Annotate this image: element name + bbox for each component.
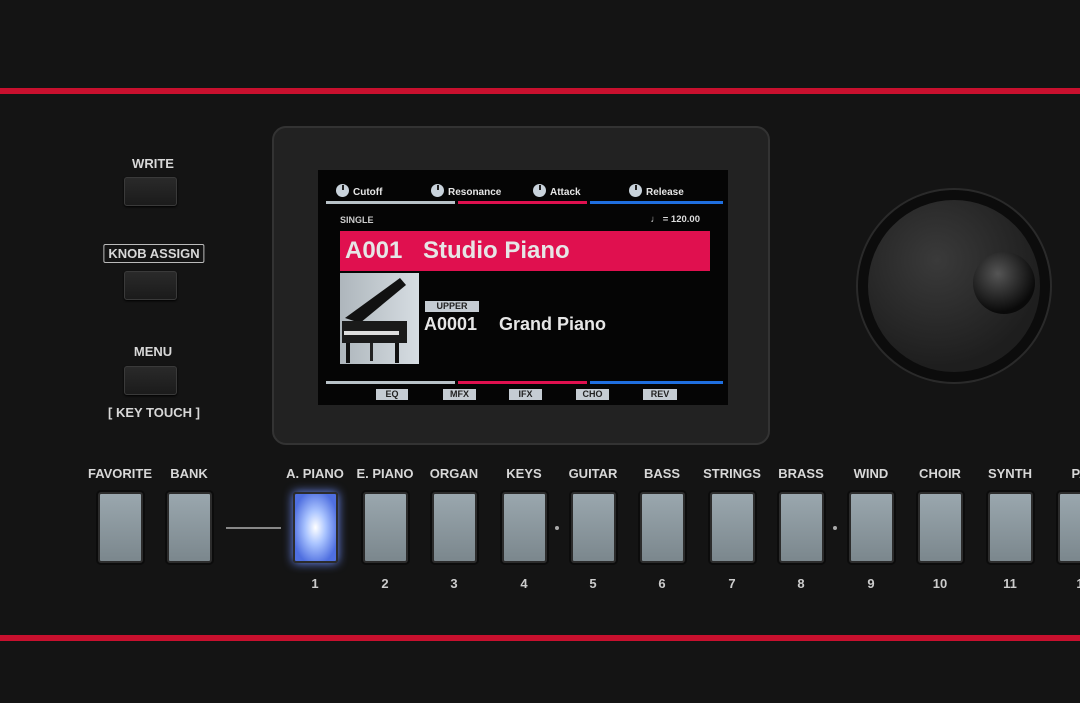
knob-icon bbox=[629, 184, 642, 197]
pad-label: STRINGS bbox=[703, 466, 761, 481]
grand-piano-icon bbox=[342, 278, 407, 363]
pad-label: CHOIR bbox=[919, 466, 961, 481]
pad-button-e-piano[interactable] bbox=[363, 492, 408, 563]
pad-label: ORGAN bbox=[429, 466, 479, 481]
pad-button-brass[interactable] bbox=[779, 492, 824, 563]
knob-assign-label: KNOB ASSIGN bbox=[103, 244, 205, 263]
pad-label: BRASS bbox=[778, 466, 824, 481]
divider-red bbox=[458, 381, 587, 384]
tab-rev[interactable]: REV bbox=[643, 389, 677, 400]
pad-button-bank[interactable] bbox=[167, 492, 212, 563]
piano-image bbox=[340, 273, 419, 364]
pad-button-choir[interactable] bbox=[918, 492, 963, 563]
program-bar: A001 Studio Piano bbox=[340, 231, 710, 271]
pad-number: 11 bbox=[1003, 576, 1017, 591]
mode-label: SINGLE bbox=[340, 215, 374, 225]
top-red-trim bbox=[0, 88, 1080, 94]
knob-release: Release bbox=[629, 184, 684, 198]
pad-label: FAVORITE bbox=[87, 466, 153, 481]
knob-label: Resonance bbox=[448, 187, 502, 198]
pad-label: E. PIANO bbox=[356, 466, 414, 481]
pad-number: 9 bbox=[867, 576, 875, 591]
divider-gray bbox=[326, 201, 455, 204]
pad-label: SYNTH bbox=[987, 466, 1033, 481]
divider-gray bbox=[326, 381, 455, 384]
menu-label: MENU bbox=[133, 344, 173, 359]
knob-icon bbox=[336, 184, 349, 197]
divider-blue bbox=[590, 381, 723, 384]
knob-icon bbox=[533, 184, 546, 197]
knob-resonance: Resonance bbox=[431, 184, 501, 198]
knob-label: Cutoff bbox=[353, 187, 383, 198]
pad-label: A. PIANO bbox=[286, 466, 344, 481]
dial-finger-grip bbox=[973, 252, 1035, 314]
divider-blue bbox=[590, 201, 723, 204]
pad-number: 2 bbox=[381, 576, 389, 591]
program-name: Studio Piano bbox=[423, 237, 570, 264]
pad-number: 5 bbox=[589, 576, 597, 591]
display-screen: Cutoff Resonance Attack Release SINGLE ♩… bbox=[318, 170, 728, 405]
pad-label: BASS bbox=[643, 466, 681, 481]
program-number: A001 bbox=[345, 237, 403, 264]
knob-label: Release bbox=[646, 187, 684, 198]
pad-label: WIND bbox=[853, 466, 889, 481]
pad-label: GUITAR bbox=[568, 466, 618, 481]
write-label: WRITE bbox=[132, 156, 174, 171]
knob-label: Attack bbox=[550, 187, 581, 198]
tone-name: Grand Piano bbox=[499, 314, 607, 334]
key-touch-label: [ KEY TOUCH ] bbox=[108, 405, 200, 420]
pad-number: 6 bbox=[658, 576, 666, 591]
tab-eq[interactable]: EQ bbox=[376, 389, 408, 400]
knob-icon bbox=[431, 184, 444, 197]
bank-connector-line bbox=[226, 527, 281, 529]
pad-label: KEYS bbox=[506, 466, 542, 481]
pad-label: PA bbox=[1071, 466, 1080, 481]
pad-number: 1 bbox=[1076, 576, 1080, 591]
pad-button-pa[interactable] bbox=[1058, 492, 1080, 563]
knob-cutoff: Cutoff bbox=[336, 184, 382, 198]
write-button[interactable] bbox=[124, 177, 177, 206]
pad-button-favorite[interactable] bbox=[98, 492, 143, 563]
menu-button[interactable] bbox=[124, 366, 177, 395]
pad-number: 7 bbox=[728, 576, 736, 591]
pad-button-strings[interactable] bbox=[710, 492, 755, 563]
tone-number: A0001 bbox=[424, 314, 478, 334]
pad-button-synth[interactable] bbox=[988, 492, 1033, 563]
tab-ifx[interactable]: IFX bbox=[509, 389, 542, 400]
pad-number: 4 bbox=[520, 576, 528, 591]
value-dial[interactable] bbox=[858, 190, 1050, 382]
group-dot bbox=[833, 526, 837, 530]
pad-button-keys[interactable] bbox=[502, 492, 547, 563]
pad-button-a-piano[interactable] bbox=[293, 492, 338, 563]
pad-button-organ[interactable] bbox=[432, 492, 477, 563]
tempo-readout: ♩ = 120.00 bbox=[650, 214, 700, 225]
knob-assign-button[interactable] bbox=[124, 271, 177, 300]
group-dot bbox=[555, 526, 559, 530]
pad-number: 8 bbox=[797, 576, 805, 591]
pad-number: 1 bbox=[311, 576, 319, 591]
tab-mfx[interactable]: MFX bbox=[443, 389, 476, 400]
pad-button-bass[interactable] bbox=[640, 492, 685, 563]
knob-attack: Attack bbox=[533, 184, 581, 198]
pad-button-wind[interactable] bbox=[849, 492, 894, 563]
pad-button-guitar[interactable] bbox=[571, 492, 616, 563]
tab-cho[interactable]: CHO bbox=[576, 389, 609, 400]
pad-number: 3 bbox=[450, 576, 458, 591]
part-badge: UPPER bbox=[425, 301, 479, 312]
divider-red bbox=[458, 201, 587, 204]
pad-label: BANK bbox=[170, 466, 208, 481]
pad-number: 10 bbox=[932, 576, 948, 591]
bottom-red-trim bbox=[0, 635, 1080, 641]
